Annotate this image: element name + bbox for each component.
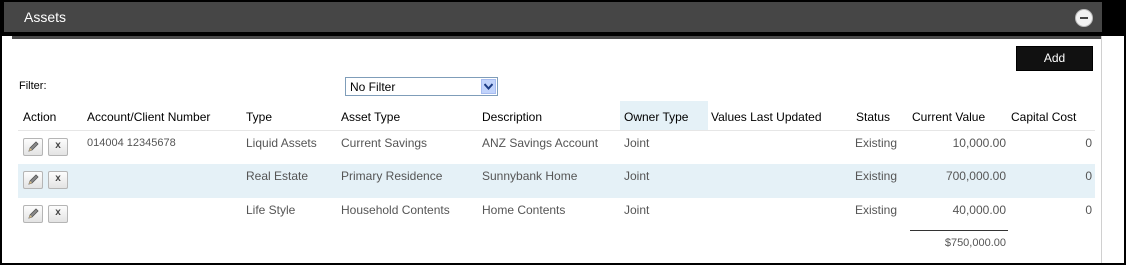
panel-frame bbox=[0, 0, 1126, 265]
